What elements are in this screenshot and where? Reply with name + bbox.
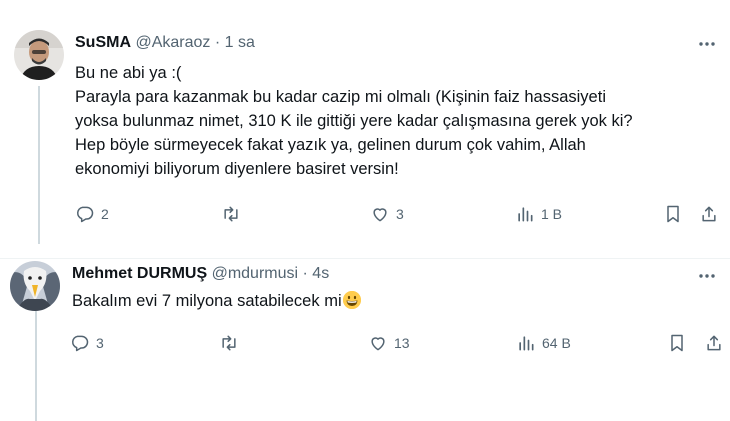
timestamp[interactable]: 4s <box>312 265 329 282</box>
reply-count: 2 <box>101 206 109 222</box>
more-dots-icon[interactable] <box>696 265 718 287</box>
views-button[interactable]: 64 B <box>516 333 571 353</box>
tweet-header: SuSMA @Akaraoz · 1 sa <box>75 33 255 53</box>
reply-button[interactable]: 3 <box>70 333 104 353</box>
handle[interactable]: @mdurmusi <box>212 265 298 282</box>
share-icon <box>702 206 716 222</box>
bookmark-button[interactable] <box>663 204 683 224</box>
tweet-text-content: Bakalım evi 7 milyona satabilecek mi <box>72 292 342 310</box>
reply-icon <box>77 206 94 223</box>
views-count: 1 B <box>541 206 563 222</box>
views-button[interactable]: 1 B <box>515 204 562 224</box>
tweet-1[interactable]: SuSMA @Akaraoz · 1 sa Bu ne abi ya :( Pa… <box>0 0 730 258</box>
views-count: 64 B <box>542 335 571 351</box>
retweet-button[interactable] <box>221 204 247 224</box>
display-name[interactable]: Mehmet DURMUŞ <box>72 265 207 282</box>
tweet-header: Mehmet DURMUŞ @mdurmusi · 4s <box>72 264 329 284</box>
more-dots-icon[interactable] <box>696 33 718 55</box>
reply-icon <box>72 335 89 352</box>
display-name[interactable]: SuSMA <box>75 34 131 51</box>
tweet-text: Bakalım evi 7 milyona satabilecek mi <box>72 289 712 313</box>
tweet-text-line: Parayla para kazanmak bu kadar cazip mi … <box>75 88 606 106</box>
action-bar: 2 3 1 B <box>75 204 725 228</box>
thread-line <box>38 86 40 244</box>
share-icon <box>707 335 721 351</box>
thread-line <box>35 311 37 421</box>
tweet-text-line: Bakalım evi 7 milyona satabilecek mi <box>72 289 712 313</box>
separator-dot: · <box>214 34 221 51</box>
avatar-susma[interactable] <box>14 30 64 80</box>
action-bar: 3 13 64 B <box>70 333 725 357</box>
reply-count: 3 <box>96 335 104 351</box>
avatar-susma-image <box>14 30 64 80</box>
heart-icon <box>373 208 387 222</box>
tweet-text: Bu ne abi ya :( Parayla para kazanmak bu… <box>75 61 715 181</box>
share-button[interactable] <box>699 204 719 224</box>
bookmark-icon <box>671 334 683 352</box>
views-chart-icon <box>518 207 533 222</box>
reply-button[interactable]: 2 <box>75 204 109 224</box>
tweet-2[interactable]: Mehmet DURMUŞ @mdurmusi · 4s Bakalım evi… <box>0 258 730 421</box>
handle[interactable]: @Akaraoz <box>135 34 210 51</box>
heart-icon <box>371 337 385 351</box>
eagle-avatar-image <box>10 261 60 311</box>
tweet-text-line: Hep böyle sürmeyecek fakat yazık ya, gel… <box>75 136 586 154</box>
like-button[interactable]: 13 <box>368 333 410 353</box>
like-count: 13 <box>394 335 410 351</box>
share-button[interactable] <box>704 333 724 353</box>
avatar-mehmet-durmus[interactable] <box>10 261 60 311</box>
like-button[interactable]: 3 <box>370 204 404 224</box>
retweet-icon <box>222 335 236 351</box>
bookmark-button[interactable] <box>667 333 687 353</box>
retweet-button[interactable] <box>219 333 245 353</box>
bookmark-icon <box>667 205 679 223</box>
like-count: 3 <box>396 206 404 222</box>
tweet-text-line: Bu ne abi ya :( <box>75 64 182 82</box>
tweet-text-line: yoksa bulunmaz nimet, 310 K ile gittiği … <box>75 112 633 130</box>
retweet-icon <box>224 206 238 222</box>
tweet-text-line: ekonomiyi biliyorum diyenlere basiret ve… <box>75 160 399 178</box>
views-chart-icon <box>519 336 534 351</box>
timestamp[interactable]: 1 sa <box>225 34 255 51</box>
grinning-face-emoji <box>342 291 361 309</box>
separator-dot: · <box>302 265 308 282</box>
